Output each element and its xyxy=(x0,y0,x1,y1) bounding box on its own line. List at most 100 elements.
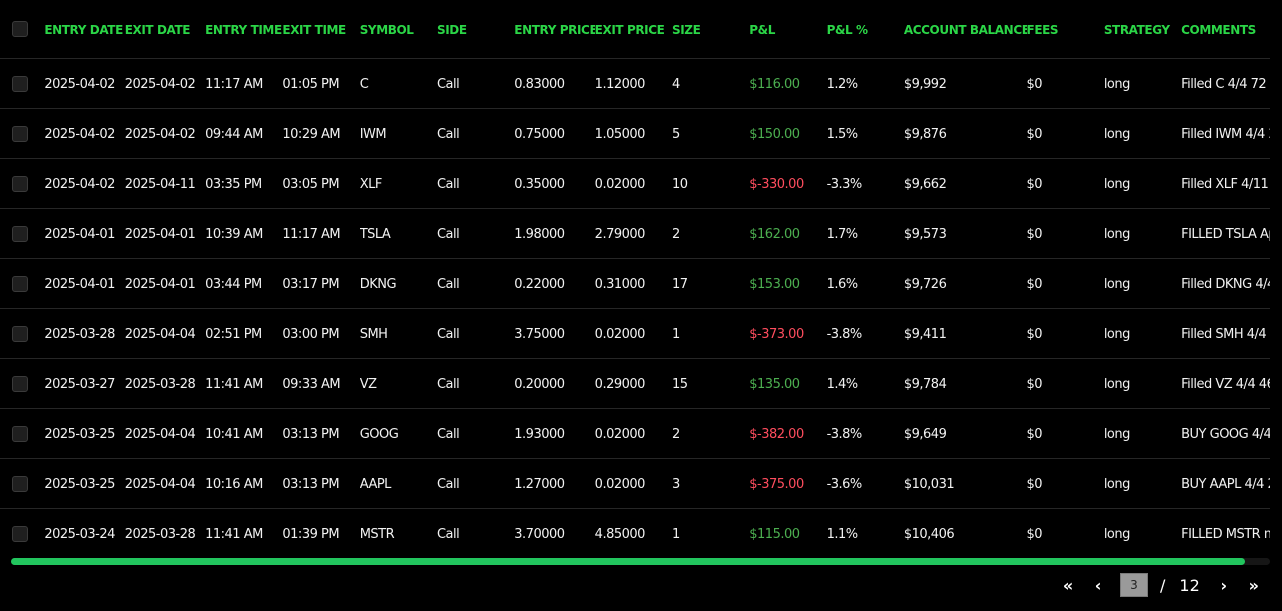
column-header-exit-date[interactable]: EXIT DATE xyxy=(125,0,205,58)
row-checkbox[interactable] xyxy=(12,376,28,392)
row-select-cell xyxy=(0,408,44,458)
exit-price-cell: 1.12000 xyxy=(594,76,646,92)
row-checkbox[interactable] xyxy=(12,276,28,292)
table-row[interactable]: 2025-04-01 2025-04-01 10:39 AM 11:17 AM … xyxy=(0,208,1270,258)
exit-price-cell: 0.02000 xyxy=(594,176,646,192)
column-header-side[interactable]: SIDE xyxy=(437,0,514,58)
exit-date-cell: 2025-04-04 xyxy=(124,476,196,492)
account-balance-cell: $9,573 xyxy=(903,226,947,242)
current-page-input[interactable] xyxy=(1120,573,1148,597)
pnl-cell: $150.00 xyxy=(749,126,800,142)
exit-time-cell: 03:13 PM xyxy=(282,476,340,492)
pnl-percent-cell: 1.4% xyxy=(826,376,859,392)
column-header-size[interactable]: SIZE xyxy=(672,0,749,58)
entry-date-cell: 2025-04-01 xyxy=(44,226,115,242)
scrollbar-thumb[interactable] xyxy=(11,558,1245,565)
column-header-account-balance[interactable]: ACCOUNT BALANCE xyxy=(904,0,1027,58)
row-checkbox[interactable] xyxy=(12,76,28,92)
exit-time-cell: 11:17 AM xyxy=(282,226,341,242)
horizontal-scrollbar[interactable] xyxy=(11,558,1270,565)
strategy-cell: long xyxy=(1103,126,1131,142)
account-balance-cell: $9,726 xyxy=(903,276,947,292)
column-header-pnl-percent[interactable]: P&L % xyxy=(827,0,904,58)
pnl-percent-cell: 1.1% xyxy=(826,526,859,542)
pnl-cell: $116.00 xyxy=(749,76,800,92)
row-checkbox[interactable] xyxy=(12,426,28,442)
side-cell: Call xyxy=(436,276,460,292)
exit-time-cell: 03:17 PM xyxy=(282,276,340,292)
size-cell: 17 xyxy=(671,276,688,292)
pnl-cell: $115.00 xyxy=(749,526,800,542)
column-header-exit-time[interactable]: EXIT TIME xyxy=(282,0,359,58)
entry-date-cell: 2025-04-02 xyxy=(44,76,115,92)
next-page-icon[interactable]: › xyxy=(1214,576,1234,595)
entry-price-cell: 0.83000 xyxy=(514,76,565,92)
row-checkbox[interactable] xyxy=(12,326,28,342)
table-row[interactable]: 2025-04-01 2025-04-01 03:44 PM 03:17 PM … xyxy=(0,258,1270,308)
comments-cell: Filled SMH 4/4 215 cal xyxy=(1181,326,1270,342)
exit-price-cell: 0.31000 xyxy=(594,276,646,292)
exit-date-cell: 2025-04-04 xyxy=(124,326,196,342)
strategy-cell: long xyxy=(1103,76,1131,92)
comments-cell: Filled VZ 4/4 46 calls ( xyxy=(1181,376,1270,392)
pnl-percent-cell: 1.5% xyxy=(826,126,859,142)
fees-cell: $0 xyxy=(1026,426,1043,442)
column-header-pnl[interactable]: P&L xyxy=(749,0,826,58)
column-header-exit-price[interactable]: EXIT PRICE xyxy=(595,0,672,58)
column-header-entry-time[interactable]: ENTRY TIME xyxy=(205,0,282,58)
column-header-entry-date[interactable]: ENTRY DATE xyxy=(44,0,124,58)
table-row[interactable]: 2025-04-02 2025-04-02 09:44 AM 10:29 AM … xyxy=(0,108,1270,158)
side-cell: Call xyxy=(436,376,460,392)
exit-price-cell: 4.85000 xyxy=(594,526,646,542)
column-header-symbol[interactable]: SYMBOL xyxy=(360,0,437,58)
comments-cell: Filled DKNG 4/4 35 ca xyxy=(1181,276,1270,292)
pnl-percent-cell: -3.3% xyxy=(826,176,863,192)
exit-time-cell: 03:05 PM xyxy=(282,176,340,192)
table-row[interactable]: 2025-03-28 2025-04-04 02:51 PM 03:00 PM … xyxy=(0,308,1270,358)
entry-price-cell: 0.20000 xyxy=(514,376,565,392)
entry-time-cell: 11:41 AM xyxy=(205,526,263,542)
table-row[interactable]: 2025-03-25 2025-04-04 10:41 AM 03:13 PM … xyxy=(0,408,1270,458)
exit-time-cell: 03:13 PM xyxy=(282,426,340,442)
row-checkbox[interactable] xyxy=(12,226,28,242)
entry-price-cell: 1.98000 xyxy=(514,226,565,242)
table-row[interactable]: 2025-04-02 2025-04-02 11:17 AM 01:05 PM … xyxy=(0,58,1270,108)
table-row[interactable]: 2025-03-24 2025-03-28 11:41 AM 01:39 PM … xyxy=(0,508,1270,556)
table-row[interactable]: 2025-04-02 2025-04-11 03:35 PM 03:05 PM … xyxy=(0,158,1270,208)
row-checkbox[interactable] xyxy=(12,126,28,142)
column-header-entry-price[interactable]: ENTRY PRICE xyxy=(514,0,594,58)
account-balance-cell: $9,992 xyxy=(903,76,947,92)
table-row[interactable]: 2025-03-25 2025-04-04 10:16 AM 03:13 PM … xyxy=(0,458,1270,508)
column-header-strategy[interactable]: STRATEGY xyxy=(1104,0,1181,58)
row-select-cell xyxy=(0,458,44,508)
row-checkbox[interactable] xyxy=(12,526,28,542)
row-checkbox[interactable] xyxy=(12,176,28,192)
trades-table: ENTRY DATE EXIT DATE ENTRY TIME EXIT TIM… xyxy=(0,0,1270,556)
comments-cell: Filled IWM 4/4 205 ca xyxy=(1181,126,1270,142)
side-cell: Call xyxy=(436,526,460,542)
entry-date-cell: 2025-04-01 xyxy=(44,276,115,292)
fees-cell: $0 xyxy=(1026,176,1043,192)
column-header-comments[interactable]: COMMENTS xyxy=(1181,0,1270,58)
table-body: 2025-04-02 2025-04-02 11:17 AM 01:05 PM … xyxy=(0,58,1270,556)
pnl-percent-cell: -3.8% xyxy=(826,426,863,442)
prev-page-icon[interactable]: ‹ xyxy=(1088,576,1108,595)
entry-date-cell: 2025-03-25 xyxy=(44,426,115,442)
side-cell: Call xyxy=(436,426,460,442)
side-cell: Call xyxy=(436,326,460,342)
entry-time-cell: 10:16 AM xyxy=(205,476,263,492)
comments-cell: FILLED TSLA April 4 3 xyxy=(1181,226,1270,242)
account-balance-cell: $9,649 xyxy=(903,426,947,442)
comments-cell: Filled XLF 4/11 51 calls xyxy=(1181,176,1270,192)
symbol-cell: AAPL xyxy=(359,476,392,492)
first-page-icon[interactable]: « xyxy=(1058,576,1078,595)
last-page-icon[interactable]: » xyxy=(1244,576,1264,595)
column-header-fees[interactable]: FEES xyxy=(1027,0,1104,58)
total-pages: 12 xyxy=(1179,575,1200,595)
entry-date-cell: 2025-04-02 xyxy=(44,126,115,142)
comments-cell: FILLED MSTR mARCH xyxy=(1181,526,1270,542)
row-checkbox[interactable] xyxy=(12,476,28,492)
size-cell: 4 xyxy=(671,76,680,92)
select-all-checkbox[interactable] xyxy=(12,21,28,37)
table-row[interactable]: 2025-03-27 2025-03-28 11:41 AM 09:33 AM … xyxy=(0,358,1270,408)
